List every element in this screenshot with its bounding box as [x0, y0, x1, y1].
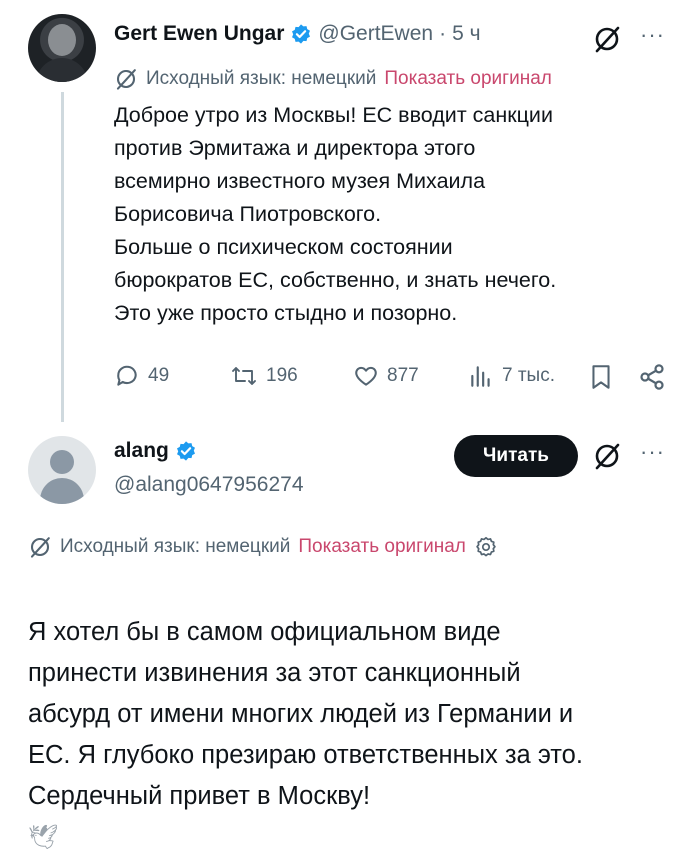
reply-count: 49 [148, 365, 170, 386]
like-icon [355, 366, 377, 386]
author-name[interactable]: Gert Ewen Ungar [114, 22, 284, 46]
avatar[interactable] [28, 436, 96, 504]
repost-count: 196 [266, 365, 298, 386]
verified-badge-icon [292, 24, 311, 44]
share-icon[interactable] [638, 363, 666, 391]
tweet-text: Я хотел бы в самом официальном виде прин… [28, 618, 583, 810]
grok-translate-icon[interactable] [592, 24, 622, 54]
views-icon [471, 366, 490, 387]
author-handle[interactable]: @alang0647956274 [114, 473, 304, 497]
avatar-face [48, 24, 76, 56]
translation-label: Исходный язык: немецкий [146, 68, 377, 89]
grok-translate-icon[interactable] [592, 441, 622, 471]
views-count: 7 тыс. [502, 365, 555, 386]
avatar-body [36, 58, 88, 82]
avatar-head [50, 450, 74, 474]
tweet-text-block: Я хотел бы в самом официальном виде прин… [28, 571, 678, 858]
translation-row: Исходный язык: немецкий Показать оригина… [114, 67, 552, 91]
views-button[interactable]: 7 тыс. [468, 363, 555, 389]
tweet2-header: alang [114, 439, 197, 463]
more-icon[interactable]: ··· [640, 439, 665, 465]
translation-label: Исходный язык: немецкий [60, 536, 291, 557]
thread-line [61, 92, 64, 422]
like-button[interactable]: 877 [353, 363, 419, 389]
like-count: 877 [387, 365, 419, 386]
follow-button[interactable]: Читать [454, 435, 578, 477]
verified-badge-icon [176, 441, 195, 461]
repost-icon [232, 367, 256, 385]
separator-dot: · [439, 22, 447, 45]
show-original-link[interactable]: Показать оригинал [298, 536, 465, 558]
reply-button[interactable]: 49 [114, 363, 169, 389]
translation-row: Исходный язык: немецкий Показать оригина… [28, 535, 498, 559]
author-handle[interactable]: @GertEwen [318, 22, 433, 46]
avatar-shoulders [40, 478, 84, 504]
more-icon[interactable]: ··· [640, 22, 665, 48]
tweet-text: Доброе утро из Москвы! ЕС вводит санкции… [114, 103, 557, 325]
author-name[interactable]: alang [114, 439, 169, 463]
dove-emoji: 🕊 [28, 824, 59, 851]
show-original-link[interactable]: Показать оригинал [384, 68, 551, 90]
gear-icon[interactable] [474, 535, 498, 559]
avatar[interactable] [28, 14, 96, 82]
grok-translate-icon [30, 537, 50, 558]
grok-translate-icon [116, 69, 136, 90]
repost-button[interactable]: 196 [230, 363, 298, 389]
bookmark-icon[interactable] [588, 363, 614, 391]
tweet1-header: Gert Ewen Ungar @GertEwen · 5 ч [114, 22, 481, 46]
tweet-time[interactable]: 5 ч [452, 22, 480, 46]
reply-icon [117, 365, 137, 386]
